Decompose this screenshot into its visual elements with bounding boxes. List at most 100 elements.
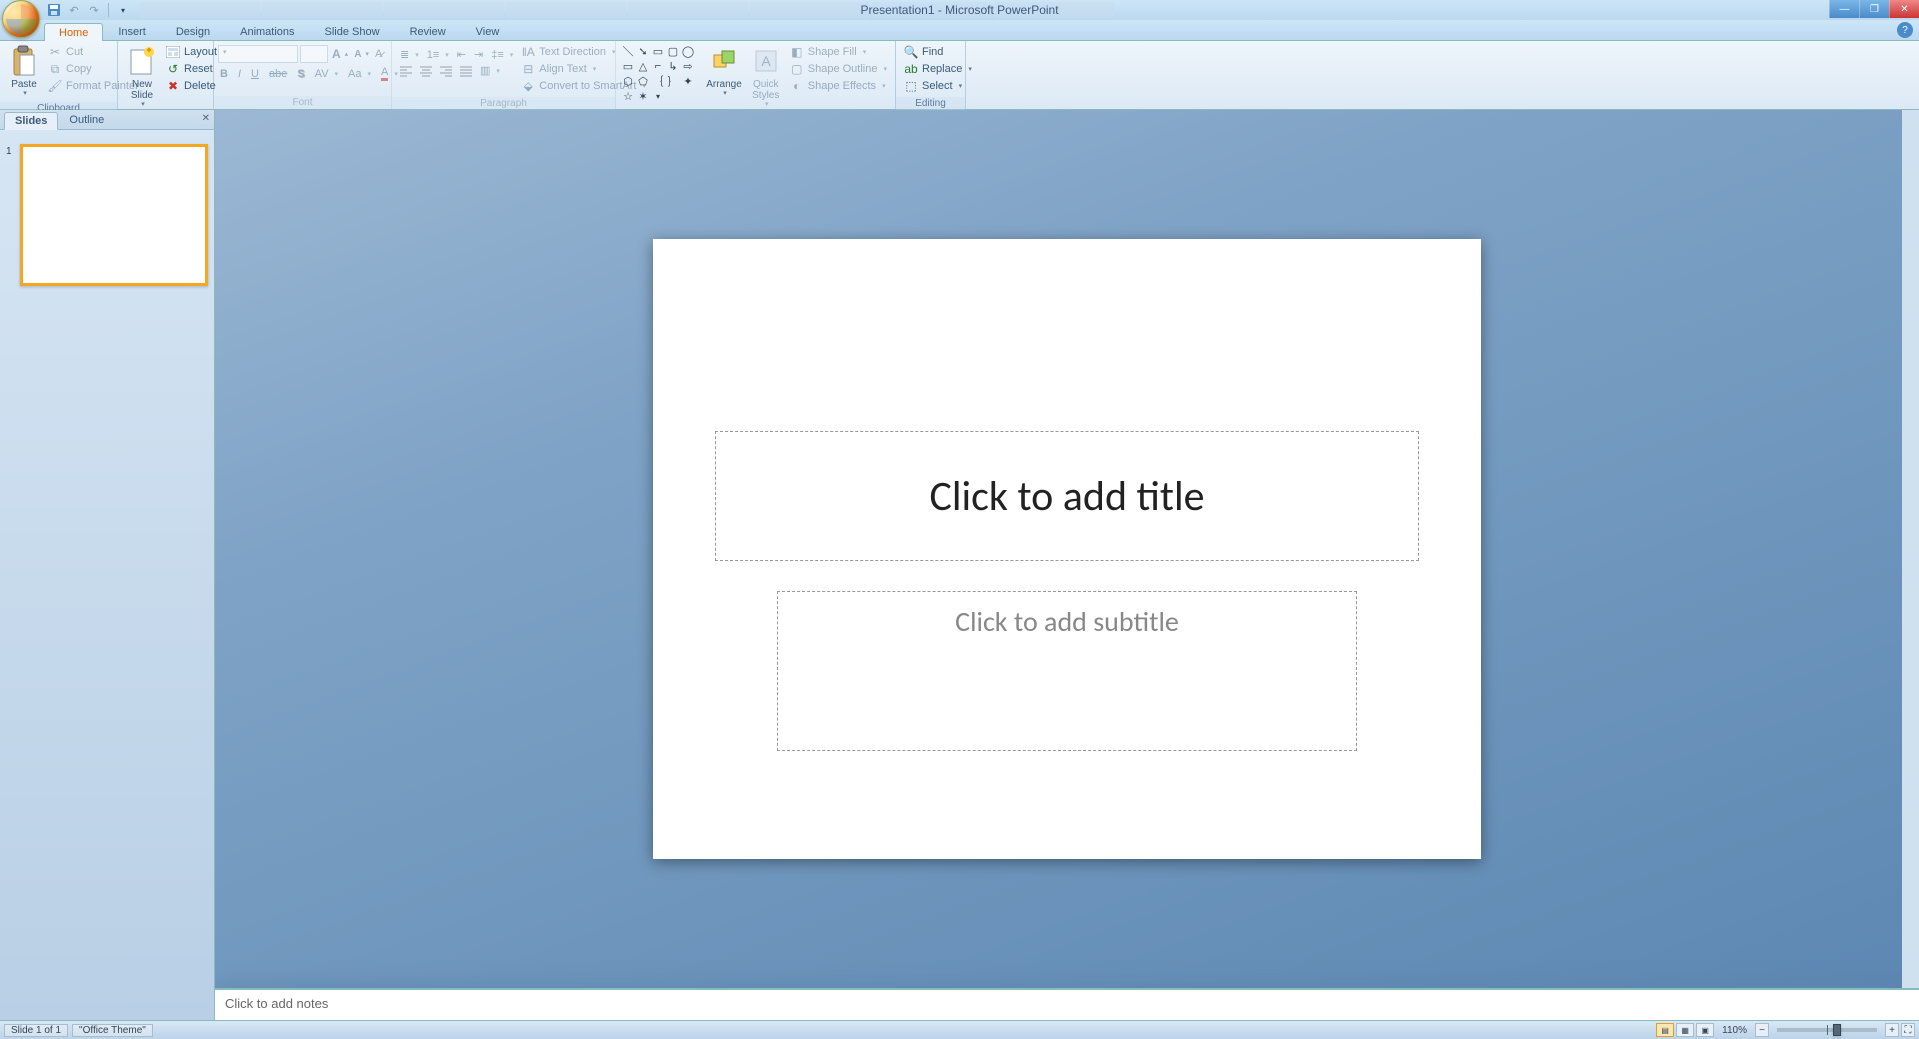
title-placeholder[interactable]: Click to add title xyxy=(715,431,1419,561)
thumbnails-list: 1 xyxy=(0,130,214,1020)
shape-hexagon-icon[interactable]: ⬡ xyxy=(621,74,635,88)
zoom-out-button[interactable]: − xyxy=(1755,1023,1769,1037)
redo-icon[interactable]: ↷ xyxy=(86,2,102,18)
shape-brace2-icon[interactable]: ｝ xyxy=(666,74,680,88)
shape-fill-button[interactable]: ◧Shape Fill xyxy=(788,44,889,60)
arrange-button[interactable]: Arrange xyxy=(702,43,746,100)
close-button[interactable]: ✕ xyxy=(1889,0,1919,18)
decrease-indent-button[interactable]: ⇤ xyxy=(455,47,468,62)
align-center-button[interactable] xyxy=(418,63,434,78)
shapes-gallery[interactable]: ＼ ➘ ▭ ▢ ◯ ▭ △ ⌐ ↳ ⇨ ⬡ ⬠ ｛ ｝ ✦ ☆ ✶ ▾ xyxy=(620,43,702,104)
subtitle-placeholder-text: Click to add subtitle xyxy=(955,604,1179,639)
zoom-slider[interactable] xyxy=(1777,1028,1877,1032)
font-color-button[interactable]: A xyxy=(379,65,400,82)
subtitle-placeholder[interactable]: Click to add subtitle xyxy=(777,591,1357,751)
shapes-more-icon[interactable]: ▾ xyxy=(651,89,665,103)
shape-rect2-icon[interactable]: ▭ xyxy=(621,59,635,73)
arrange-icon xyxy=(708,45,740,77)
notes-placeholder: Click to add notes xyxy=(225,996,328,1011)
group-font-label: Font xyxy=(214,96,391,109)
tab-design[interactable]: Design xyxy=(161,22,225,40)
replace-button[interactable]: abReplace xyxy=(902,61,974,77)
tab-outline[interactable]: Outline xyxy=(58,111,115,129)
shape-star4-icon[interactable]: ✦ xyxy=(681,74,695,88)
strikethrough-button[interactable]: abe xyxy=(267,67,289,81)
shape-rect-icon[interactable]: ▭ xyxy=(651,44,665,58)
tab-animations[interactable]: Animations xyxy=(225,22,309,40)
tab-slides[interactable]: Slides xyxy=(4,112,58,130)
clear-formatting-button[interactable]: A̷ xyxy=(373,45,384,63)
maximize-button[interactable]: ❐ xyxy=(1859,0,1889,18)
tab-home[interactable]: Home xyxy=(44,23,103,41)
sorter-view-icon: ▦ xyxy=(1681,1026,1689,1035)
save-icon[interactable] xyxy=(46,2,62,18)
sorter-view-button[interactable]: ▦ xyxy=(1676,1023,1694,1037)
reset-button[interactable]: ↺Reset xyxy=(164,61,229,77)
shape-roundrect-icon[interactable]: ▢ xyxy=(666,44,680,58)
align-left-button[interactable] xyxy=(398,63,414,78)
zoom-in-button[interactable]: + xyxy=(1885,1023,1899,1037)
tab-view[interactable]: View xyxy=(461,22,515,40)
grow-font-button[interactable]: A▴ xyxy=(330,45,350,63)
slide-thumbnail[interactable] xyxy=(20,144,208,286)
slide-canvas[interactable]: Click to add title Click to add subtitle xyxy=(653,239,1481,859)
shadow-button[interactable]: S xyxy=(295,67,306,81)
vertical-scrollbar[interactable] xyxy=(1902,110,1919,988)
tab-slideshow[interactable]: Slide Show xyxy=(310,22,395,40)
shape-outline-button[interactable]: ▢Shape Outline xyxy=(788,61,889,77)
select-button[interactable]: ⬚Select xyxy=(902,78,974,94)
align-right-button[interactable] xyxy=(438,63,454,78)
shape-pentagon-icon[interactable]: ⬠ xyxy=(636,74,650,88)
qat-customize-icon[interactable]: ▾ xyxy=(115,2,131,18)
change-case-button[interactable]: Aa xyxy=(346,67,373,81)
delete-button[interactable]: ✖Delete xyxy=(164,78,229,94)
paste-button[interactable]: Paste xyxy=(4,43,44,100)
line-spacing-button[interactable]: ‡≡ xyxy=(489,47,515,62)
quick-styles-button[interactable]: A Quick Styles xyxy=(746,43,786,111)
shape-lconnector-icon[interactable]: ⌐ xyxy=(651,59,665,73)
shape-brace-icon[interactable]: ｛ xyxy=(651,74,665,88)
find-button[interactable]: 🔍Find xyxy=(902,44,974,60)
shape-blockarrow-icon[interactable]: ⇨ xyxy=(681,59,695,73)
main-area: Slides Outline ✕ 1 Click to add title Cl… xyxy=(0,110,1919,1020)
shape-oval-icon[interactable]: ◯ xyxy=(681,44,695,58)
font-size-combo[interactable] xyxy=(300,45,328,63)
help-icon[interactable]: ? xyxy=(1897,22,1913,38)
shape-triangle-icon[interactable]: △ xyxy=(636,59,650,73)
char-spacing-icon: AV xyxy=(315,68,329,80)
justify-button[interactable] xyxy=(458,63,474,78)
numbering-button[interactable]: 1≡ xyxy=(425,47,451,62)
window-controls: — ❐ ✕ xyxy=(1829,0,1919,18)
columns-button[interactable]: ▥ xyxy=(478,63,502,78)
shape-arrow-icon[interactable]: ➘ xyxy=(636,44,650,58)
underline-button[interactable]: U xyxy=(249,67,261,81)
fit-to-window-button[interactable]: ⛶ xyxy=(1901,1023,1915,1037)
canvas-viewport[interactable]: Click to add title Click to add subtitle xyxy=(215,110,1919,988)
slideshow-view-button[interactable]: ▣ xyxy=(1696,1023,1714,1037)
status-slide-indicator[interactable]: Slide 1 of 1 xyxy=(4,1024,68,1037)
office-button[interactable] xyxy=(2,0,40,38)
new-slide-button[interactable]: New Slide xyxy=(122,43,162,111)
paste-label: Paste xyxy=(11,79,37,90)
undo-icon[interactable]: ↶ xyxy=(66,2,82,18)
zoom-level[interactable]: 110% xyxy=(1722,1025,1747,1036)
increase-indent-button[interactable]: ⇥ xyxy=(472,47,485,62)
shape-star5-icon[interactable]: ☆ xyxy=(621,89,635,103)
close-pane-icon[interactable]: ✕ xyxy=(202,113,210,124)
shape-star6-icon[interactable]: ✶ xyxy=(636,89,650,103)
char-spacing-button[interactable]: AV xyxy=(313,67,340,81)
tab-insert[interactable]: Insert xyxy=(103,22,161,40)
normal-view-icon: ▤ xyxy=(1661,1026,1669,1035)
tab-review[interactable]: Review xyxy=(395,22,461,40)
shape-effects-button[interactable]: ◐Shape Effects xyxy=(788,78,889,94)
layout-button[interactable]: Layout xyxy=(164,44,229,60)
notes-pane[interactable]: Click to add notes xyxy=(215,988,1919,1020)
shape-line-icon[interactable]: ＼ xyxy=(621,44,635,58)
bullets-button[interactable]: ≣ xyxy=(398,47,421,62)
shape-elbow-icon[interactable]: ↳ xyxy=(666,59,680,73)
normal-view-button[interactable]: ▤ xyxy=(1656,1023,1674,1037)
italic-button[interactable]: I xyxy=(236,67,243,81)
status-theme[interactable]: "Office Theme" xyxy=(72,1024,153,1037)
minimize-button[interactable]: — xyxy=(1829,0,1859,18)
shrink-font-button[interactable]: A▾ xyxy=(352,45,371,63)
